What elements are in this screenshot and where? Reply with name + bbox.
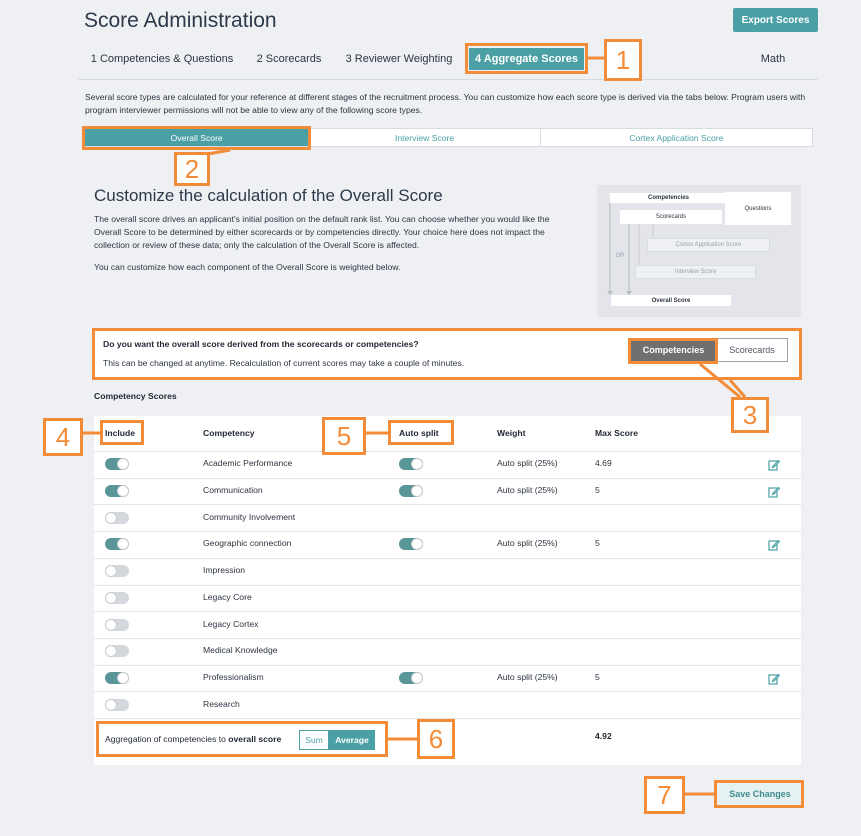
toggle-knob (117, 671, 129, 684)
intro-text: Several score types are calculated for y… (85, 92, 806, 115)
competency-name: Professionalism (203, 671, 264, 682)
table-row-divider (94, 451, 801, 452)
annotation-number-2: 2 (174, 152, 210, 186)
competency-name: Geographic connection (203, 538, 292, 549)
include-toggle[interactable] (105, 485, 129, 498)
section-description-weighting: You can customize how each component of … (94, 262, 401, 272)
annotation-box-include-header (100, 420, 144, 445)
toggle-knob (105, 591, 117, 604)
tab-scorecards[interactable]: 2 Scorecards (250, 48, 328, 70)
annotation-box-auto-split-header (388, 420, 454, 445)
edit-icon[interactable] (768, 458, 781, 471)
competency-name: Research (203, 698, 240, 709)
tab-reviewer-weighting[interactable]: 3 Reviewer Weighting (338, 48, 460, 70)
auto-split-toggle[interactable] (399, 671, 423, 684)
annotation-box-aggregate-tab (465, 43, 588, 74)
table-row-divider (94, 531, 801, 533)
competency-name: Communication (203, 485, 263, 496)
table-row-divider (94, 584, 801, 586)
table-row-divider (94, 611, 801, 613)
max-score-value: 5 (595, 485, 600, 496)
weight-value: Auto split (25%) (497, 538, 558, 549)
auto-split-toggle[interactable] (399, 458, 423, 471)
toggle-knob (411, 671, 423, 684)
table-row-divider (94, 557, 801, 559)
table-row-divider (94, 637, 801, 639)
edit-icon[interactable] (768, 672, 781, 685)
toggle-knob (411, 485, 423, 498)
annotation-box-competencies-option (628, 338, 718, 364)
annotation-number-6: 6 (417, 719, 455, 759)
section-title: Customize the calculation of the Overall… (94, 186, 443, 205)
auto-split-toggle[interactable] (399, 485, 423, 498)
edit-icon[interactable] (768, 538, 781, 552)
toggle-knob (105, 565, 117, 578)
include-toggle[interactable] (105, 618, 129, 631)
include-toggle[interactable] (105, 511, 129, 524)
aggregated-total-score: 4.92 (595, 731, 612, 741)
toggle-knob (105, 645, 117, 658)
header-weight: Weight (497, 428, 526, 438)
tab-competencies-questions[interactable]: 1 Competencies & Questions (84, 48, 240, 70)
competency-name: Academic Performance (203, 458, 293, 469)
weight-value: Auto split (25%) (497, 458, 558, 469)
table-row-divider (94, 477, 801, 479)
include-toggle[interactable] (105, 565, 129, 578)
tab-divider (78, 79, 818, 80)
auto-split-toggle[interactable] (399, 538, 423, 551)
annotation-box-overall-tab (82, 126, 311, 150)
weight-value: Auto split (25%) (497, 671, 558, 682)
tab-math[interactable]: Math (752, 48, 794, 70)
header-max-score: Max Score (595, 428, 638, 438)
competency-name: Community Involvement (203, 511, 296, 522)
annotation-number-4: 4 (43, 418, 83, 456)
annotation-number-7: 7 (644, 776, 685, 814)
table-row-divider (94, 664, 801, 666)
subtab-cortex-application-score[interactable]: Cortex Application Score (541, 129, 812, 146)
include-toggle[interactable] (105, 458, 129, 471)
include-toggle[interactable] (105, 671, 129, 684)
toggle-knob (105, 618, 117, 631)
header-competency: Competency (203, 428, 255, 438)
competency-scores-table (94, 416, 801, 765)
annotation-box-aggregation (96, 721, 388, 757)
max-score-value: 5 (595, 671, 600, 682)
max-score-value: 4.69 (595, 458, 612, 469)
include-toggle[interactable] (105, 538, 129, 551)
competency-name: Medical Knowledge (203, 645, 278, 656)
edit-icon[interactable] (768, 485, 781, 498)
competency-name: Legacy Core (203, 591, 252, 602)
diagram-arrows (607, 203, 654, 295)
annotation-number-1: 1 (604, 39, 642, 81)
subtab-interview-score[interactable]: Interview Score (309, 129, 541, 146)
section-description: The overall score drives an applicant's … (94, 214, 550, 250)
toggle-knob (105, 698, 117, 711)
competency-name: Impression (203, 565, 246, 576)
competency-scores-label: Competency Scores (94, 391, 177, 401)
include-toggle[interactable] (105, 698, 129, 711)
include-toggle[interactable] (105, 645, 129, 658)
weight-value: Auto split (25%) (497, 485, 558, 496)
export-scores-button[interactable]: Export Scores (733, 8, 818, 32)
overall-score-diagram: Competencies Questions Scorecards Cortex… (597, 185, 801, 317)
toggle-knob (105, 511, 117, 524)
table-row-divider (94, 504, 801, 506)
max-score-value: 5 (595, 538, 600, 549)
annotation-box-save (714, 780, 804, 808)
table-row-divider (94, 691, 801, 693)
toggle-knob (117, 485, 129, 498)
include-toggle[interactable] (105, 591, 129, 604)
page-title: Score Administration (84, 9, 277, 32)
annotation-number-5: 5 (322, 417, 366, 455)
annotation-number-3: 3 (731, 397, 769, 433)
competency-name: Legacy Cortex (203, 618, 259, 629)
